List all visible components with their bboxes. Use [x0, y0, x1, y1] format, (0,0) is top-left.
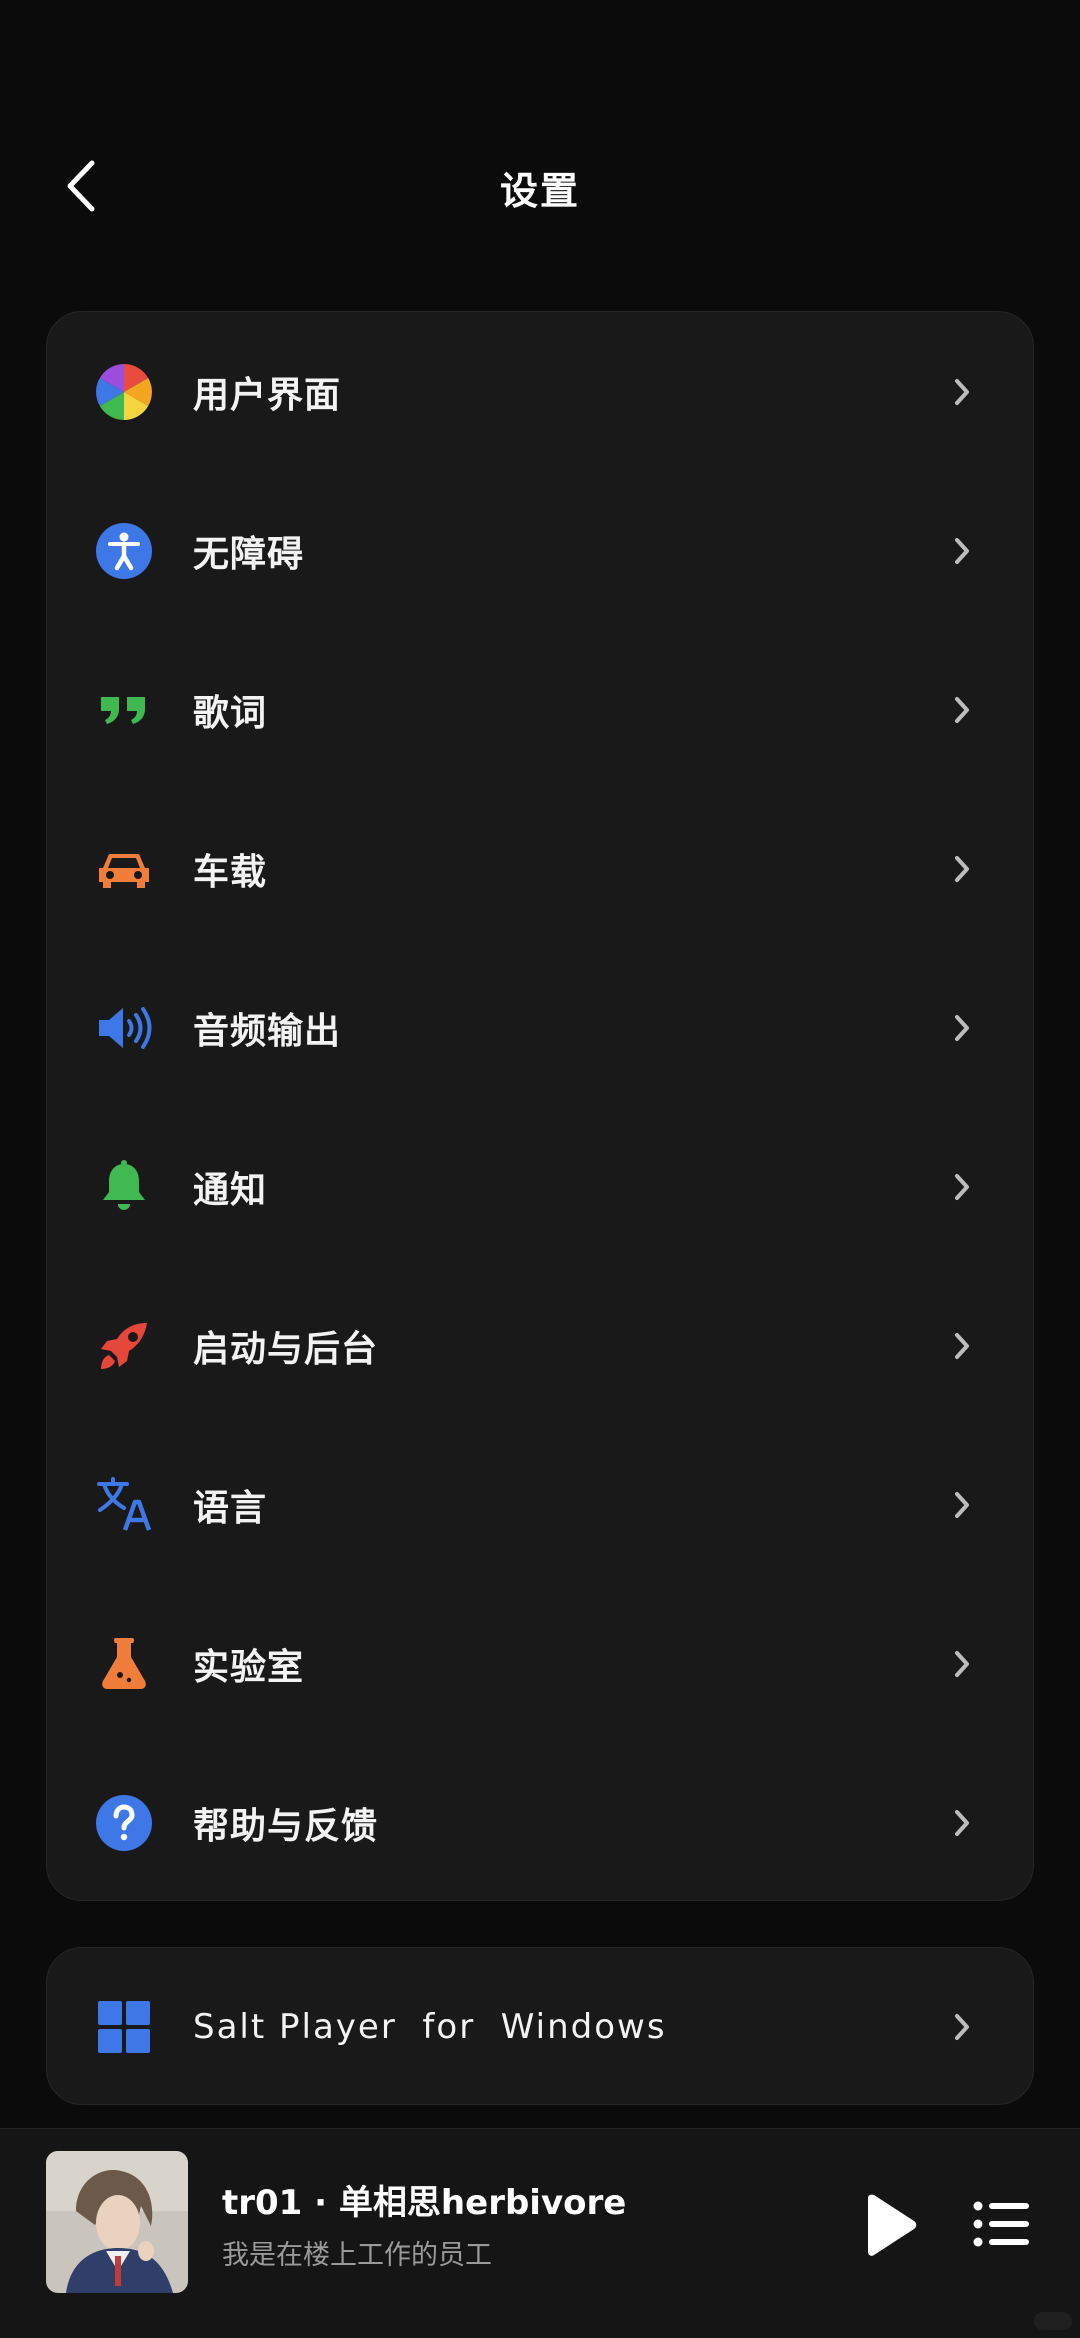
- settings-item-lab[interactable]: 实验室: [47, 1584, 1035, 1743]
- car-icon: [95, 840, 153, 898]
- watermark-badge: [1034, 2312, 1072, 2330]
- settings-item-label: 通知: [193, 1169, 268, 1211]
- album-cover[interactable]: [46, 2151, 188, 2293]
- quote-icon: [95, 681, 153, 739]
- settings-item-user-interface[interactable]: 用户界面: [47, 312, 1035, 471]
- settings-item-audio-output[interactable]: 音频输出: [47, 948, 1035, 1107]
- settings-item-label: 歌词: [193, 692, 268, 734]
- color-wheel-icon: [95, 363, 153, 421]
- chevron-right-icon: [947, 690, 977, 730]
- settings-item-windows[interactable]: Salt Player for Windows: [47, 1948, 1035, 2106]
- chevron-right-icon: [947, 1803, 977, 1843]
- settings-list: 用户界面 无障碍 歌词 车载 音频输出 通知 启动与后台 语言 实验室 帮助与反…: [46, 311, 1034, 1901]
- windows-promo-card: Salt Player for Windows: [46, 1947, 1034, 2105]
- settings-item-label: 实验室: [193, 1646, 305, 1688]
- track-artist: 我是在楼上工作的员工: [222, 2240, 492, 2271]
- accessibility-icon: [95, 522, 153, 580]
- settings-item-help-feedback[interactable]: 帮助与反馈: [47, 1743, 1035, 1902]
- settings-item-label: 启动与后台: [193, 1328, 379, 1370]
- mini-player[interactable]: tr01 · 单相思herbivore 我是在楼上工作的员工: [0, 2128, 1080, 2338]
- settings-item-label: 音频输出: [193, 1010, 342, 1052]
- settings-item-label: Salt Player for Windows: [193, 2007, 667, 2047]
- chevron-right-icon: [947, 1008, 977, 1048]
- chevron-right-icon: [947, 1167, 977, 1207]
- queue-list-icon: [973, 2201, 1029, 2247]
- play-button[interactable]: [858, 2189, 922, 2261]
- chevron-right-icon: [947, 2007, 977, 2047]
- chevron-right-icon: [947, 1326, 977, 1366]
- bell-icon: [95, 1158, 153, 1216]
- settings-item-car[interactable]: 车载: [47, 789, 1035, 948]
- windows-logo-icon: [95, 1998, 153, 2056]
- playlist-queue-button[interactable]: [970, 2193, 1032, 2255]
- page-title: 设置: [499, 169, 580, 213]
- settings-item-label: 无障碍: [193, 533, 305, 575]
- play-icon: [868, 2194, 917, 2256]
- settings-item-lyrics[interactable]: 歌词: [47, 630, 1035, 789]
- chevron-right-icon: [947, 372, 977, 412]
- settings-item-label: 帮助与反馈: [193, 1805, 379, 1847]
- settings-page: 设置 用户界面 无障碍 歌词 车载 音频输出 通知 启动与后台 语言 实验室 帮…: [0, 0, 1080, 2338]
- settings-item-language[interactable]: 语言: [47, 1425, 1035, 1584]
- track-title: tr01 · 单相思herbivore: [222, 2183, 627, 2223]
- settings-item-notifications[interactable]: 通知: [47, 1107, 1035, 1266]
- chevron-right-icon: [947, 849, 977, 889]
- chevron-right-icon: [947, 1644, 977, 1684]
- settings-item-accessibility[interactable]: 无障碍: [47, 471, 1035, 630]
- help-icon: [95, 1794, 153, 1852]
- header: 设置: [0, 0, 1080, 300]
- translate-icon: [95, 1476, 153, 1534]
- speaker-icon: [95, 999, 153, 1057]
- settings-item-label: 车载: [193, 851, 268, 893]
- chevron-right-icon: [947, 1485, 977, 1525]
- chevron-right-icon: [947, 531, 977, 571]
- settings-item-startup-background[interactable]: 启动与后台: [47, 1266, 1035, 1425]
- flask-icon: [95, 1635, 153, 1693]
- rocket-icon: [95, 1317, 153, 1375]
- settings-item-label: 用户界面: [193, 374, 342, 416]
- settings-item-label: 语言: [193, 1487, 268, 1529]
